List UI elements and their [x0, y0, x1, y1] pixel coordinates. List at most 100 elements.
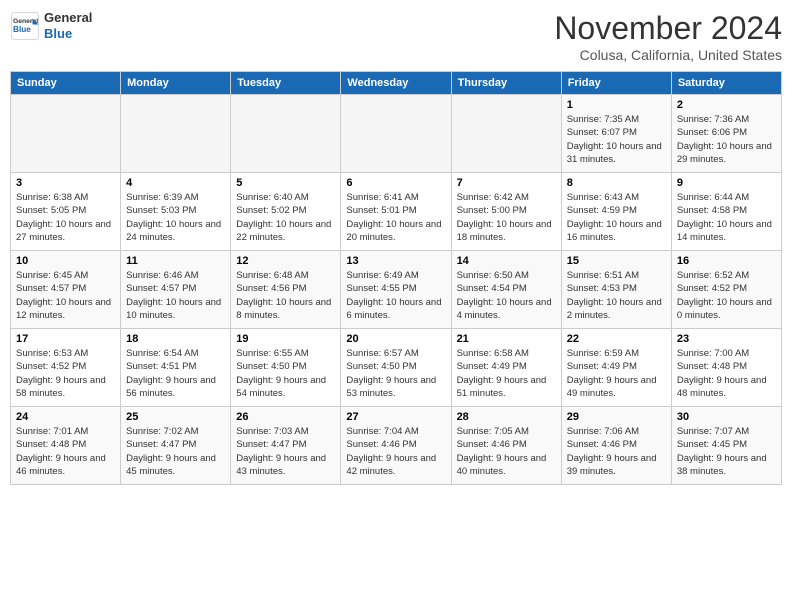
calendar-day-cell: 11Sunrise: 6:46 AMSunset: 4:57 PMDayligh… [121, 251, 231, 329]
day-info: Sunrise: 6:54 AMSunset: 4:51 PMDaylight:… [126, 347, 225, 400]
weekday-header: Saturday [671, 72, 781, 95]
day-info: Sunrise: 7:35 AMSunset: 6:07 PMDaylight:… [567, 113, 666, 166]
day-number: 5 [236, 177, 335, 189]
day-info: Sunrise: 6:42 AMSunset: 5:00 PMDaylight:… [457, 191, 556, 244]
day-info: Sunrise: 6:45 AMSunset: 4:57 PMDaylight:… [16, 269, 115, 322]
title-block: November 2024 Colusa, California, United… [554, 10, 782, 63]
calendar-day-cell: 28 Sunrise: 7:05 AMSunset: 4:46 PMDayligh… [451, 407, 561, 485]
calendar-table: SundayMondayTuesdayWednesdayThursdayFrid… [10, 71, 782, 485]
day-number: 18 [126, 333, 225, 345]
calendar-day-cell: 15 Sunrise: 6:51 AMSunset: 4:53 PMDayligh… [561, 251, 671, 329]
day-number: 19 [236, 333, 335, 345]
calendar-day-cell: 24Sunrise: 7:01 AMSunset: 4:48 PMDayligh… [11, 407, 121, 485]
calendar-day-cell: 1Sunrise: 7:35 AMSunset: 6:07 PMDaylight… [561, 95, 671, 173]
day-number: 20 [346, 333, 445, 345]
calendar-day-cell: 16Sunrise: 6:52 AMSunset: 4:52 PMDayligh… [671, 251, 781, 329]
calendar-day-cell: 27Sunrise: 7:04 AMSunset: 4:46 PMDayligh… [341, 407, 451, 485]
weekday-header: Tuesday [231, 72, 341, 95]
day-info: Sunrise: 6:53 AMSunset: 4:52 PMDaylight:… [16, 347, 115, 400]
day-info: Sunrise: 7:36 AMSunset: 6:06 PMDaylight:… [677, 113, 776, 166]
calendar-week-row: 1Sunrise: 7:35 AMSunset: 6:07 PMDaylight… [11, 95, 782, 173]
day-number: 13 [346, 255, 445, 267]
day-info: Sunrise: 7:05 AMSunset: 4:46 PMDaylight:… [457, 425, 556, 478]
day-info: Sunrise: 6:49 AMSunset: 4:55 PMDaylight:… [346, 269, 445, 322]
day-number: 30 [677, 411, 776, 423]
day-info: Sunrise: 6:43 AMSunset: 4:59 PMDaylight:… [567, 191, 666, 244]
calendar-day-cell: 17 Sunrise: 6:53 AMSunset: 4:52 PMDayligh… [11, 329, 121, 407]
calendar-day-cell: 23 Sunrise: 7:00 AMSunset: 4:48 PMDayligh… [671, 329, 781, 407]
calendar-day-cell: 20 Sunrise: 6:57 AMSunset: 4:50 PMDayligh… [341, 329, 451, 407]
weekday-header: Wednesday [341, 72, 451, 95]
day-info: Sunrise: 6:55 AMSunset: 4:50 PMDaylight:… [236, 347, 335, 400]
day-number: 15 [567, 255, 666, 267]
calendar-week-row: 17 Sunrise: 6:53 AMSunset: 4:52 PMDayligh… [11, 329, 782, 407]
weekday-header: Thursday [451, 72, 561, 95]
calendar-day-cell: 8 Sunrise: 6:43 AMSunset: 4:59 PMDaylight… [561, 173, 671, 251]
calendar-day-cell [341, 95, 451, 173]
day-info: Sunrise: 6:52 AMSunset: 4:52 PMDaylight:… [677, 269, 776, 322]
day-info: Sunrise: 7:06 AMSunset: 4:46 PMDaylight:… [567, 425, 666, 478]
day-info: Sunrise: 6:57 AMSunset: 4:50 PMDaylight:… [346, 347, 445, 400]
calendar-week-row: 24Sunrise: 7:01 AMSunset: 4:48 PMDayligh… [11, 407, 782, 485]
day-number: 8 [567, 177, 666, 189]
day-info: Sunrise: 7:02 AMSunset: 4:47 PMDaylight:… [126, 425, 225, 478]
day-number: 7 [457, 177, 556, 189]
day-number: 22 [567, 333, 666, 345]
day-number: 6 [346, 177, 445, 189]
calendar-day-cell: 26 Sunrise: 7:03 AMSunset: 4:47 PMDayligh… [231, 407, 341, 485]
calendar-day-cell: 29 Sunrise: 7:06 AMSunset: 4:46 PMDayligh… [561, 407, 671, 485]
day-number: 17 [16, 333, 115, 345]
calendar-day-cell [451, 95, 561, 173]
day-number: 27 [346, 411, 445, 423]
svg-text:Blue: Blue [13, 25, 31, 34]
day-info: Sunrise: 6:41 AMSunset: 5:01 PMDaylight:… [346, 191, 445, 244]
day-info: Sunrise: 7:07 AMSunset: 4:45 PMDaylight:… [677, 425, 776, 478]
calendar-day-cell: 12 Sunrise: 6:48 AMSunset: 4:56 PMDayligh… [231, 251, 341, 329]
calendar-day-cell: 4 Sunrise: 6:39 AMSunset: 5:03 PMDaylight… [121, 173, 231, 251]
day-number: 26 [236, 411, 335, 423]
calendar-header-row: SundayMondayTuesdayWednesdayThursdayFrid… [11, 72, 782, 95]
weekday-header: Friday [561, 72, 671, 95]
day-number: 9 [677, 177, 776, 189]
day-number: 21 [457, 333, 556, 345]
day-info: Sunrise: 7:01 AMSunset: 4:48 PMDaylight:… [16, 425, 115, 478]
calendar-day-cell [231, 95, 341, 173]
calendar-day-cell: 14 Sunrise: 6:50 AMSunset: 4:54 PMDayligh… [451, 251, 561, 329]
logo-icon: General Blue [10, 11, 40, 41]
day-info: Sunrise: 6:39 AMSunset: 5:03 PMDaylight:… [126, 191, 225, 244]
weekday-header: Sunday [11, 72, 121, 95]
day-info: Sunrise: 6:58 AMSunset: 4:49 PMDaylight:… [457, 347, 556, 400]
day-number: 23 [677, 333, 776, 345]
day-number: 10 [16, 255, 115, 267]
calendar-day-cell: 2 Sunrise: 7:36 AMSunset: 6:06 PMDaylight… [671, 95, 781, 173]
day-number: 3 [16, 177, 115, 189]
day-number: 11 [126, 255, 225, 267]
day-info: Sunrise: 7:00 AMSunset: 4:48 PMDaylight:… [677, 347, 776, 400]
day-info: Sunrise: 6:51 AMSunset: 4:53 PMDaylight:… [567, 269, 666, 322]
day-number: 28 [457, 411, 556, 423]
day-number: 2 [677, 99, 776, 111]
day-info: Sunrise: 6:48 AMSunset: 4:56 PMDaylight:… [236, 269, 335, 322]
day-number: 29 [567, 411, 666, 423]
day-number: 14 [457, 255, 556, 267]
day-number: 4 [126, 177, 225, 189]
day-info: Sunrise: 7:03 AMSunset: 4:47 PMDaylight:… [236, 425, 335, 478]
day-info: Sunrise: 6:40 AMSunset: 5:02 PMDaylight:… [236, 191, 335, 244]
calendar-week-row: 3Sunrise: 6:38 AMSunset: 5:05 PMDaylight… [11, 173, 782, 251]
calendar-day-cell: 13 Sunrise: 6:49 AMSunset: 4:55 PMDayligh… [341, 251, 451, 329]
calendar-day-cell: 6 Sunrise: 6:41 AMSunset: 5:01 PMDaylight… [341, 173, 451, 251]
calendar-day-cell: 30 Sunrise: 7:07 AMSunset: 4:45 PMDayligh… [671, 407, 781, 485]
weekday-header: Monday [121, 72, 231, 95]
calendar-day-cell: 21 Sunrise: 6:58 AMSunset: 4:49 PMDayligh… [451, 329, 561, 407]
day-info: Sunrise: 6:50 AMSunset: 4:54 PMDaylight:… [457, 269, 556, 322]
day-number: 12 [236, 255, 335, 267]
calendar-day-cell: 18 Sunrise: 6:54 AMSunset: 4:51 PMDayligh… [121, 329, 231, 407]
calendar-day-cell: 3Sunrise: 6:38 AMSunset: 5:05 PMDaylight… [11, 173, 121, 251]
calendar-day-cell [11, 95, 121, 173]
logo-text: General Blue [44, 10, 92, 41]
calendar-day-cell: 25Sunrise: 7:02 AMSunset: 4:47 PMDayligh… [121, 407, 231, 485]
calendar-day-cell: 7 Sunrise: 6:42 AMSunset: 5:00 PMDaylight… [451, 173, 561, 251]
day-info: Sunrise: 6:44 AMSunset: 4:58 PMDaylight:… [677, 191, 776, 244]
calendar-day-cell: 10 Sunrise: 6:45 AMSunset: 4:57 PMDayligh… [11, 251, 121, 329]
logo: General Blue General Blue [10, 10, 92, 41]
